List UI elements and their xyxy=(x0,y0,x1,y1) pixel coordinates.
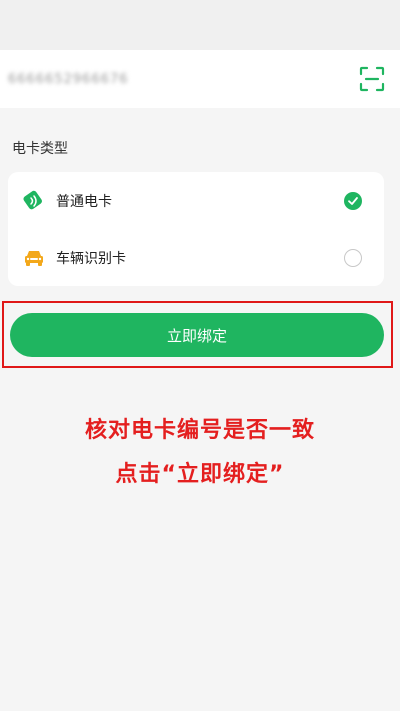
card-number-input-row[interactable]: 6666652966676 xyxy=(0,50,400,108)
instruction-line-2: 点击“立即绑定” xyxy=(115,462,285,487)
card-type-label: 电卡类型 xyxy=(12,141,68,157)
option-vehicle-card[interactable]: 车辆识别卡 xyxy=(8,229,384,286)
selected-check-icon[interactable] xyxy=(344,191,362,210)
green-card-icon xyxy=(22,189,46,213)
top-strip xyxy=(0,0,400,50)
unselected-radio-icon[interactable] xyxy=(344,248,362,267)
option-label: 普通电卡 xyxy=(56,193,112,210)
card-type-options: 普通电卡 车辆识别卡 xyxy=(8,172,384,286)
card-number-value[interactable]: 6666652966676 xyxy=(8,72,129,87)
option-normal-card[interactable]: 普通电卡 xyxy=(8,172,384,229)
car-icon xyxy=(22,246,46,270)
instruction-line-1: 核对电卡编号是否一致 xyxy=(84,418,315,443)
annotation-highlight-box xyxy=(2,301,393,368)
scan-frame-icon[interactable] xyxy=(358,65,386,93)
option-label: 车辆识别卡 xyxy=(56,250,126,267)
